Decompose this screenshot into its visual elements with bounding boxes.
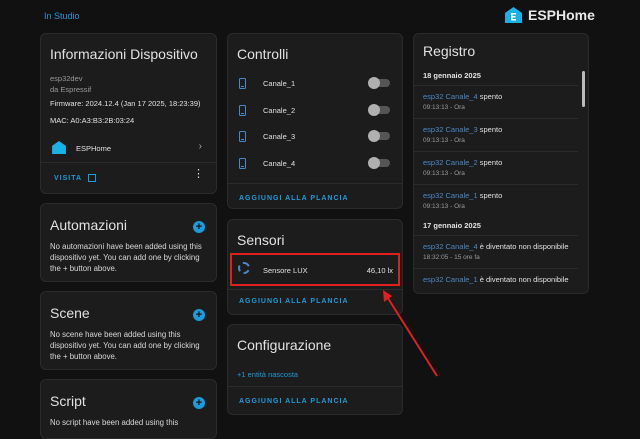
annotation-arrow	[383, 290, 438, 377]
